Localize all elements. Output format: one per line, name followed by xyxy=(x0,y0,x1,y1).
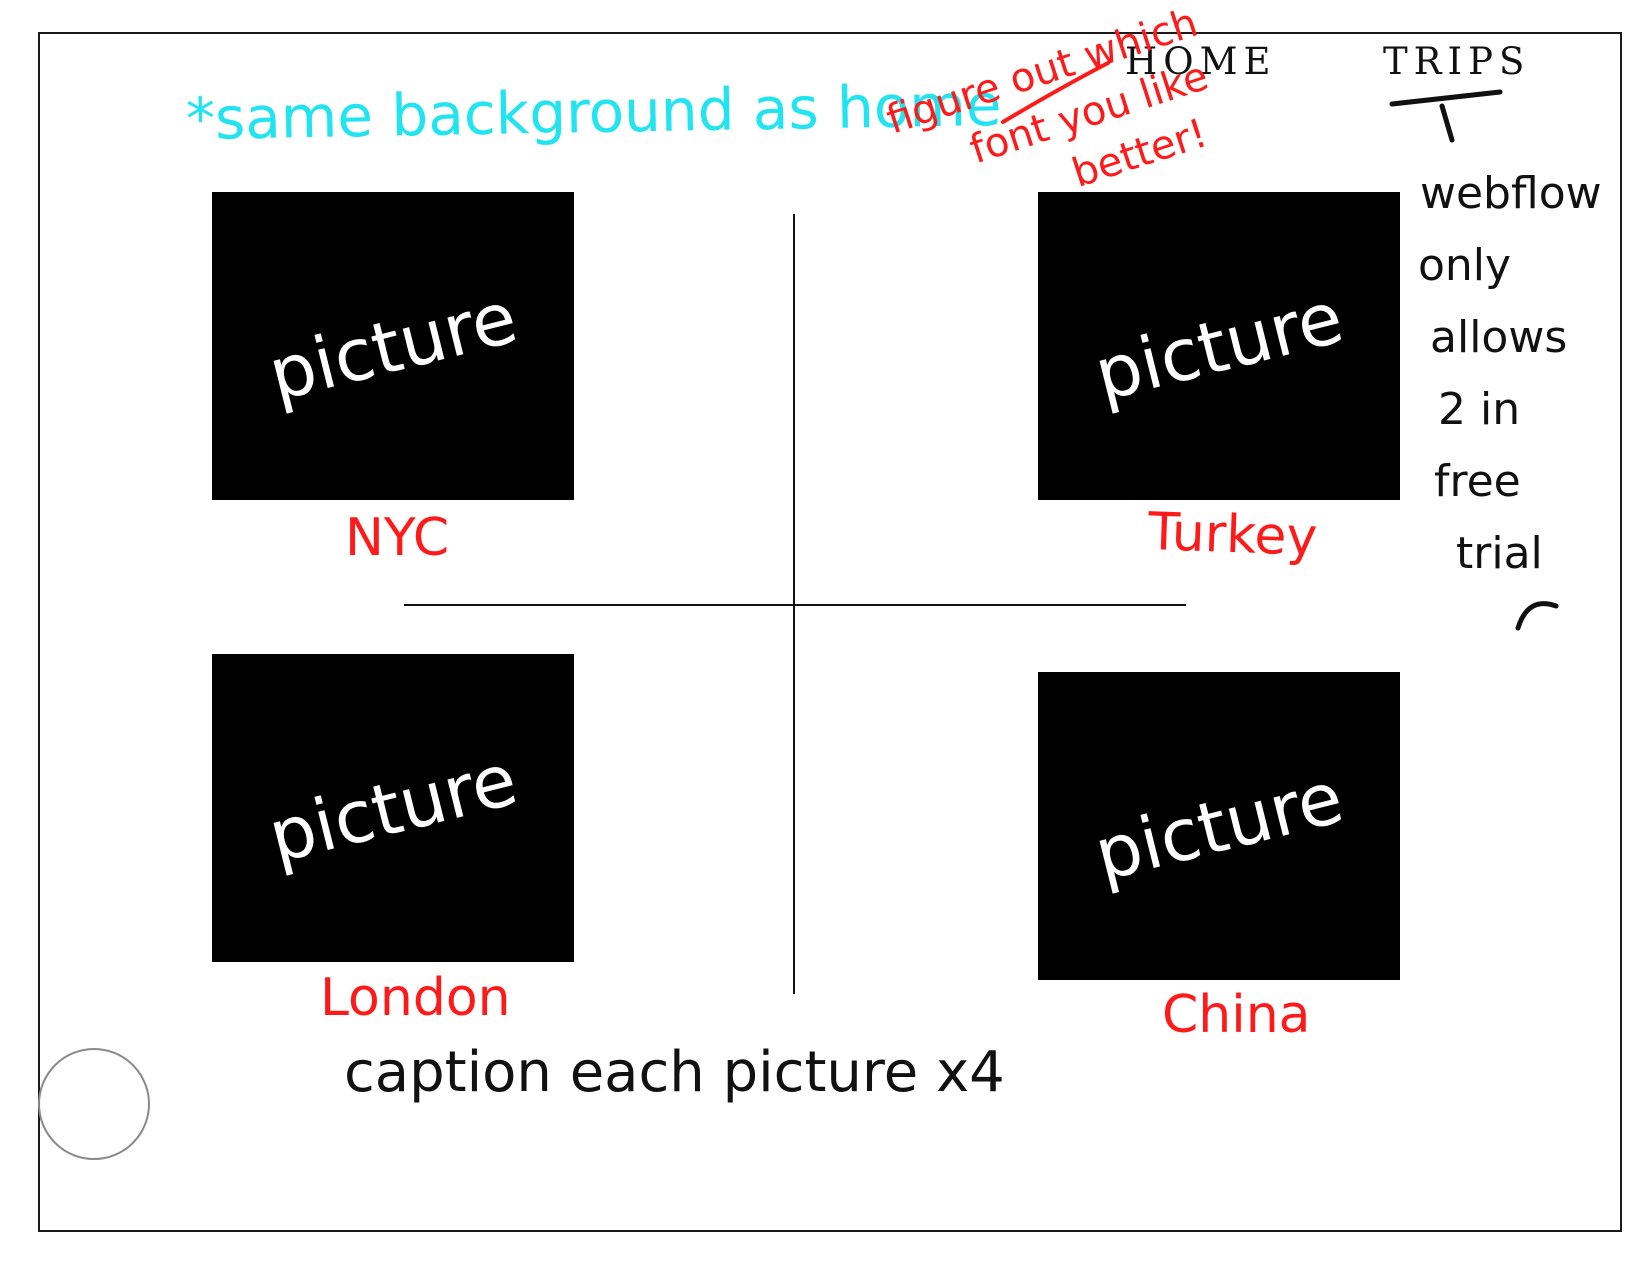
picture-placeholder-london[interactable]: picture xyxy=(212,654,574,962)
caption-nyc: NYC xyxy=(345,508,450,568)
webflow-note-line: allows xyxy=(1430,312,1568,363)
caption-china: China xyxy=(1162,985,1311,1045)
caption-instruction-note: caption each picture x4 xyxy=(344,1040,1005,1105)
picture-placeholder-turkey[interactable]: picture xyxy=(1038,192,1400,500)
webflow-note-line: free xyxy=(1434,456,1521,507)
caption-turkey: Turkey xyxy=(1147,502,1319,568)
nav-trips-link[interactable]: TRIPS xyxy=(1383,40,1530,83)
webflow-note-line: trial xyxy=(1456,528,1543,579)
picture-label: picture xyxy=(260,274,526,418)
picture-label: picture xyxy=(1086,754,1352,898)
floating-circle-button[interactable] xyxy=(38,1048,150,1160)
grid-divider-horizontal xyxy=(404,604,1186,606)
webflow-note-line: 2 in xyxy=(1438,384,1521,435)
picture-label: picture xyxy=(260,736,526,880)
caption-london: London xyxy=(320,968,511,1028)
background-note: *same background as home xyxy=(185,70,1003,154)
webflow-note-line: webflow xyxy=(1420,168,1602,219)
picture-label: picture xyxy=(1086,274,1352,418)
picture-placeholder-nyc[interactable]: picture xyxy=(212,192,574,500)
webflow-note: webflow only allows 2 in free trial xyxy=(1418,158,1608,590)
picture-placeholder-china[interactable]: picture xyxy=(1038,672,1400,980)
webflow-note-line: only xyxy=(1418,240,1512,291)
